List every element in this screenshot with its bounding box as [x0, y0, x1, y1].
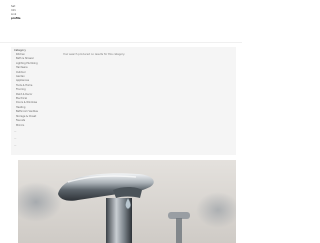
category-sidebar: Category Kitchen Bath & Shower Lighting … [14, 49, 38, 149]
empty-results-message: Your search produced no results for this… [63, 53, 125, 56]
header-divider [0, 42, 242, 43]
content-panel: Category Kitchen Bath & Shower Lighting … [11, 47, 236, 155]
sidebar-dash: — [14, 136, 17, 140]
faucet-illustration [18, 160, 236, 243]
sidebar-dash: — [14, 129, 17, 133]
hero-faucet-image [18, 160, 236, 243]
site-header: Sat Info Link profile [11, 5, 21, 21]
header-line-4[interactable]: profile [11, 17, 21, 21]
sidebar-dash: — [14, 143, 17, 147]
